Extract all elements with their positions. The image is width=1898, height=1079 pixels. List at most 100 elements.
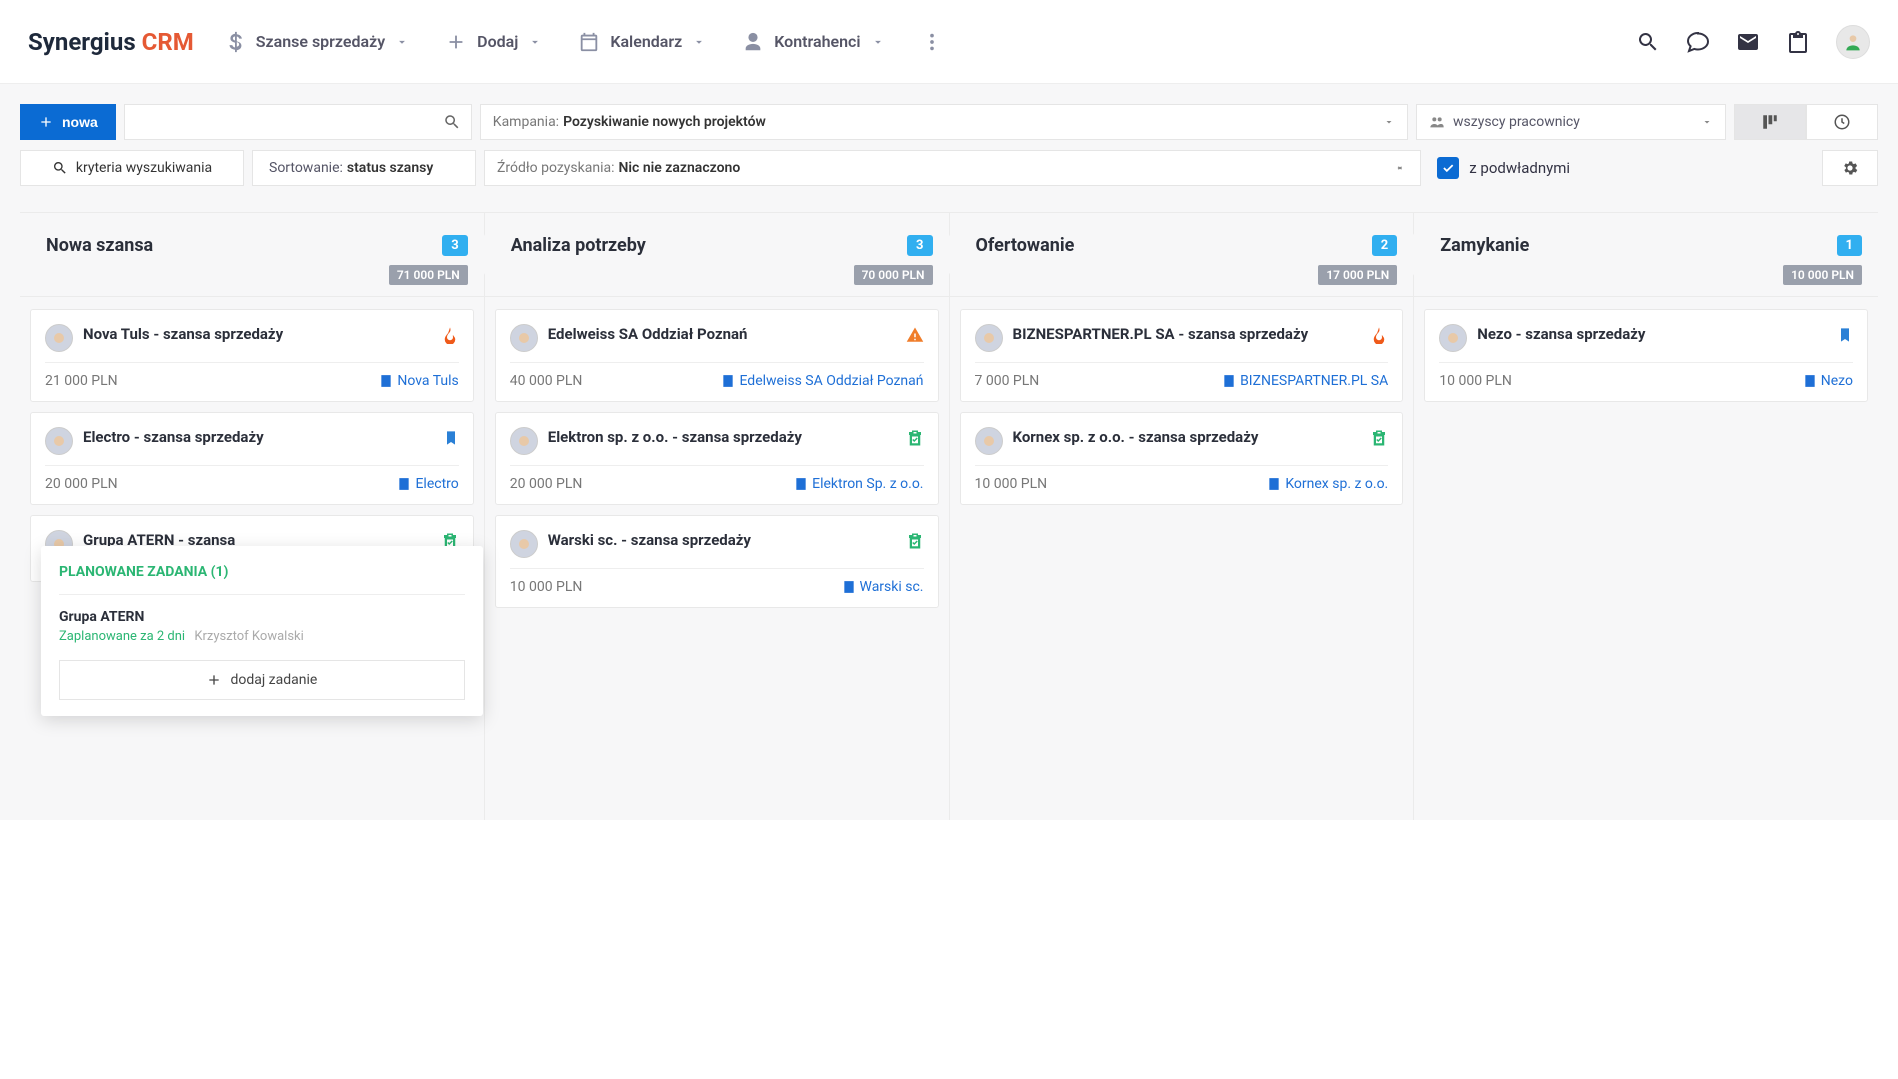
source-dropdown[interactable]: Źródło pozyskania: Nic nie zaznaczono	[484, 150, 1421, 186]
kanban-column: Ofertowanie 2 17 000 PLN BIZNESPARTNER.P…	[950, 212, 1415, 820]
card-amount: 10 000 PLN	[975, 476, 1048, 492]
nav-more[interactable]	[921, 31, 943, 53]
building-icon	[1222, 374, 1236, 388]
opportunity-card[interactable]: Nova Tuls - szansa sprzedaży 21 000 PLN …	[30, 309, 474, 402]
card-company-link[interactable]: Warski sc.	[842, 579, 924, 595]
column-title: Nowa szansa	[46, 235, 153, 256]
card-company-link[interactable]: Elektron Sp. z o.o.	[794, 476, 923, 492]
card-avatar	[510, 427, 538, 455]
card-footer: 40 000 PLN Edelweiss SA Oddział Poznań	[510, 363, 924, 389]
popover-task-name: Grupa ATERN	[59, 609, 465, 625]
chevron-down-icon	[528, 35, 542, 49]
person-icon	[742, 31, 764, 53]
card-footer: 10 000 PLN Warski sc.	[510, 569, 924, 595]
card-company-link[interactable]: Nova Tuls	[379, 373, 458, 389]
kanban-column: Zamykanie 1 10 000 PLN Nezo - szansa spr…	[1414, 212, 1878, 820]
opportunity-card[interactable]: Warski sc. - szansa sprzedaży 10 000 PLN…	[495, 515, 939, 608]
card-company-link[interactable]: Nezo	[1803, 373, 1853, 389]
opportunity-card[interactable]: BIZNESPARTNER.PL SA - szansa sprzedaży 7…	[960, 309, 1404, 402]
search-input[interactable]	[124, 104, 472, 140]
column-sum-badge: 70 000 PLN	[854, 265, 933, 285]
search-icon[interactable]	[1636, 30, 1660, 54]
task-check-icon	[1370, 429, 1388, 447]
check-icon	[1441, 161, 1455, 175]
popover-task-meta: Zaplanowane za 2 dni Krzysztof Kowalski	[59, 629, 465, 644]
subordinates-label: z podwładnymi	[1469, 159, 1570, 177]
top-header: Synergius CRM Szanse sprzedaży Dodaj Kal…	[0, 0, 1898, 84]
opportunity-card[interactable]: Edelweiss SA Oddział Poznań 40 000 PLN E…	[495, 309, 939, 402]
kanban-column: Nowa szansa 3 71 000 PLN Nova Tuls - sza…	[20, 212, 485, 820]
card-header: Nezo - szansa sprzedaży	[1439, 324, 1853, 363]
card-avatar	[510, 530, 538, 558]
popover-title: PLANOWANE ZADANIA (1)	[59, 564, 465, 595]
card-footer: 20 000 PLN Elektron Sp. z o.o.	[510, 466, 924, 492]
nav-add[interactable]: Dodaj	[445, 31, 542, 53]
user-avatar[interactable]	[1836, 25, 1870, 59]
card-title: Electro - szansa sprzedaży	[83, 427, 433, 447]
card-footer: 21 000 PLN Nova Tuls	[45, 363, 459, 389]
popover-task-assignee: Krzysztof Kowalski	[194, 629, 303, 644]
nav-opportunities-label: Szanse sprzedaży	[256, 32, 385, 51]
campaign-dropdown[interactable]: Kampania: Pozyskiwanie nowych projektów	[480, 104, 1408, 140]
card-company-link[interactable]: Edelweiss SA Oddział Poznań	[721, 373, 923, 389]
source-label: Źródło pozyskania:	[497, 160, 615, 176]
column-title: Analiza potrzeby	[511, 235, 646, 256]
opportunity-card[interactable]: Kornex sp. z o.o. - szansa sprzedaży 10 …	[960, 412, 1404, 505]
clipboard-icon[interactable]	[1786, 30, 1810, 54]
kanban-board: Nowa szansa 3 71 000 PLN Nova Tuls - sza…	[0, 212, 1898, 820]
building-icon	[794, 477, 808, 491]
nav-opportunities[interactable]: Szanse sprzedaży	[224, 31, 409, 53]
column-cards: Nezo - szansa sprzedaży 10 000 PLN Nezo	[1414, 297, 1878, 414]
card-company-name: Nova Tuls	[397, 373, 458, 389]
search-criteria-button[interactable]: kryteria wyszukiwania	[20, 150, 244, 186]
employees-dropdown[interactable]: wszyscy pracownicy	[1416, 104, 1726, 140]
task-check-icon	[906, 429, 924, 447]
card-company-link[interactable]: BIZNESPARTNER.PL SA	[1222, 373, 1388, 389]
warning-icon	[906, 326, 924, 344]
subordinates-checkbox-wrap[interactable]: z podwładnymi	[1429, 150, 1578, 186]
card-company-name: Kornex sp. z o.o.	[1285, 476, 1388, 492]
search-icon	[443, 113, 461, 131]
popover-task[interactable]: Grupa ATERN Zaplanowane za 2 dni Krzyszt…	[59, 595, 465, 660]
kanban-view-button[interactable]	[1734, 104, 1806, 140]
card-amount: 7 000 PLN	[975, 373, 1040, 389]
add-task-button[interactable]: dodaj zadanie	[59, 660, 465, 700]
opportunity-card[interactable]: Elektron sp. z o.o. - szansa sprzedaży 2…	[495, 412, 939, 505]
card-header: Elektron sp. z o.o. - szansa sprzedaży	[510, 427, 924, 466]
card-footer: 20 000 PLN Electro	[45, 466, 459, 492]
card-title: Nova Tuls - szansa sprzedaży	[83, 324, 431, 344]
bookmark-icon	[1837, 326, 1853, 344]
card-avatar	[1439, 324, 1467, 352]
opportunity-card[interactable]: Electro - szansa sprzedaży 20 000 PLN El…	[30, 412, 474, 505]
subordinates-checkbox[interactable]	[1437, 157, 1459, 179]
settings-button[interactable]	[1822, 150, 1878, 186]
mail-icon[interactable]	[1736, 30, 1760, 54]
gear-icon	[1841, 159, 1859, 177]
more-vert-icon	[921, 31, 943, 53]
chevron-down-icon	[692, 35, 706, 49]
search-icon	[52, 160, 68, 176]
filters-panel: nowa Kampania: Pozyskiwanie nowych proje…	[0, 84, 1898, 212]
column-header: Nowa szansa 3 71 000 PLN	[20, 212, 484, 297]
nav-calendar[interactable]: Kalendarz	[578, 31, 706, 53]
nav-contractors[interactable]: Kontrahenci	[742, 31, 884, 53]
chat-icon[interactable]	[1686, 30, 1710, 54]
kanban-column: Analiza potrzeby 3 70 000 PLN Edelweiss …	[485, 212, 950, 820]
opportunity-card[interactable]: Grupa ATERN - szansa PLANOWANE ZADANIA (…	[30, 515, 474, 582]
sort-dropdown[interactable]: Sortowanie: status szansy	[252, 150, 476, 186]
card-title: Elektron sp. z o.o. - szansa sprzedaży	[548, 427, 896, 447]
avatar-icon	[1843, 32, 1863, 52]
building-icon	[842, 580, 856, 594]
building-icon	[397, 477, 411, 491]
column-sum-badge: 71 000 PLN	[389, 265, 468, 285]
task-check-icon	[906, 532, 924, 550]
card-company-link[interactable]: Electro	[397, 476, 458, 492]
card-company-link[interactable]: Kornex sp. z o.o.	[1267, 476, 1388, 492]
card-avatar	[45, 427, 73, 455]
new-button[interactable]: nowa	[20, 104, 116, 140]
search-criteria-label: kryteria wyszukiwania	[76, 160, 212, 176]
opportunity-card[interactable]: Nezo - szansa sprzedaży 10 000 PLN Nezo	[1424, 309, 1868, 402]
column-title: Ofertowanie	[976, 235, 1075, 256]
column-header: Analiza potrzeby 3 70 000 PLN	[485, 212, 949, 297]
timeline-view-button[interactable]	[1806, 104, 1878, 140]
